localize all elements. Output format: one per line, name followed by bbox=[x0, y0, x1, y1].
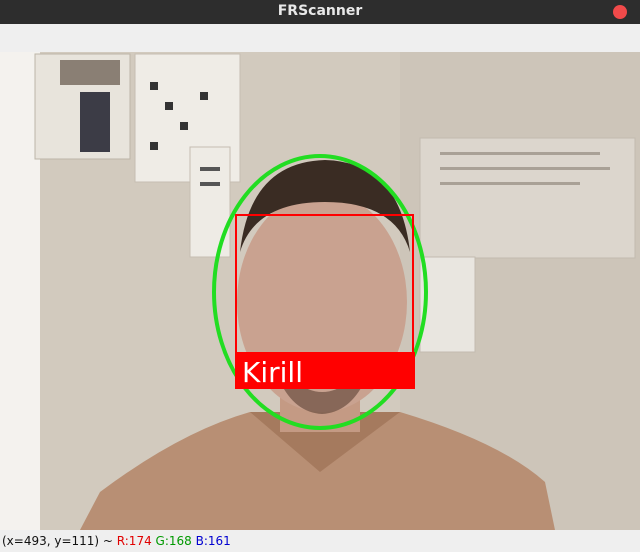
camera-view[interactable]: Kirill bbox=[0, 52, 640, 530]
status-bar: (x=493, y=111) ~ R:174 G:168 B:161 bbox=[0, 530, 640, 552]
pixel-blue-value: B:161 bbox=[195, 534, 231, 548]
toolbar bbox=[0, 24, 640, 53]
camera-frame: Kirill bbox=[0, 52, 640, 530]
app-window: FRScanner Kirill (x=493, y=111) ~ R:174 … bbox=[0, 0, 640, 552]
pixel-green-value: G:168 bbox=[155, 534, 192, 548]
name-label: Kirill bbox=[242, 356, 303, 389]
pixel-red-value: R:174 bbox=[116, 534, 152, 548]
bright-window-edge bbox=[0, 52, 40, 530]
cursor-coords: (x=493, y=111) ~ bbox=[2, 534, 117, 548]
title-bar[interactable]: FRScanner bbox=[0, 0, 640, 24]
window-title: FRScanner bbox=[277, 3, 363, 19]
close-button[interactable] bbox=[613, 5, 627, 19]
